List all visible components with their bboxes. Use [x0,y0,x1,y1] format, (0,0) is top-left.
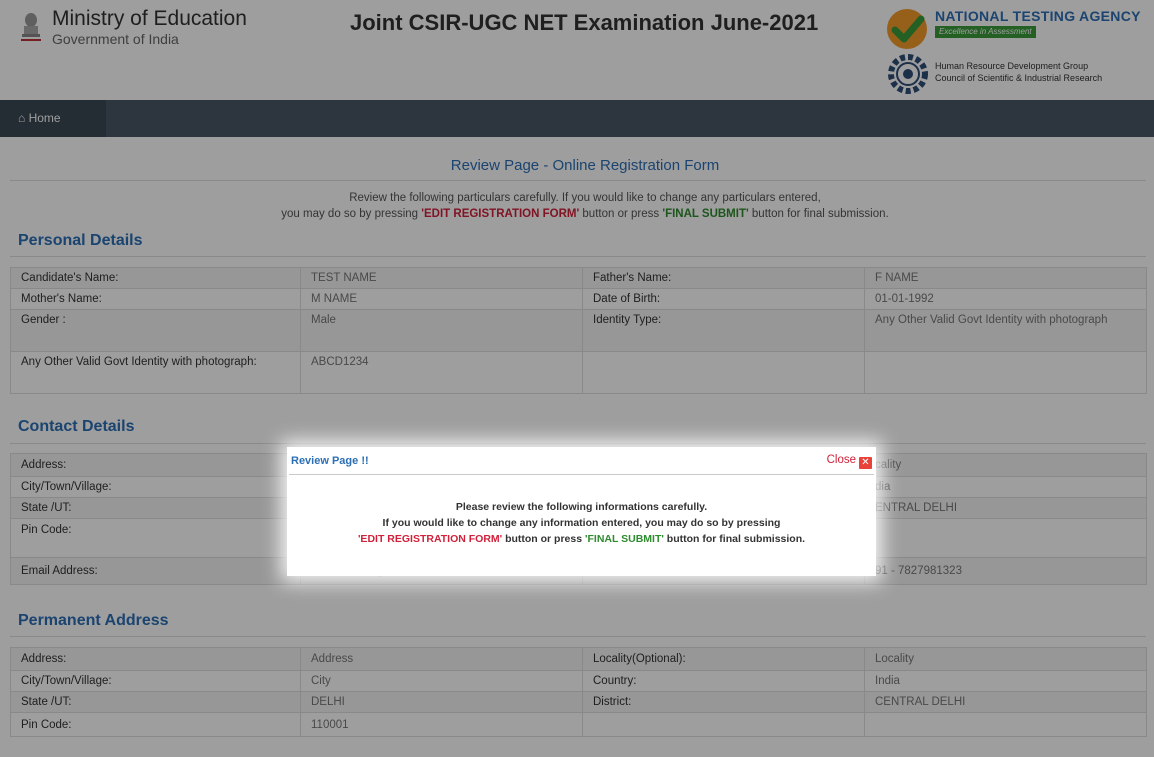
modal-message: Please review the following informations… [287,499,876,547]
edit-form-label: 'EDIT REGISTRATION FORM' [357,533,503,545]
modal-line-2: If you would like to change any informat… [382,517,781,529]
modal-title: Review Page !! [291,455,369,467]
modal-text: button for final submission. [663,533,806,545]
modal-text: button or press [502,533,585,545]
review-modal: Review Page !! Close ✕ Please review the … [287,447,876,576]
divider [289,474,874,475]
modal-line-1: Please review the following informations… [455,501,708,513]
close-label: Close [826,454,856,466]
final-submit-label: 'FINAL SUBMIT' [585,533,664,545]
close-icon: ✕ [859,457,872,469]
modal-backdrop[interactable] [0,0,1154,757]
modal-line-3: 'EDIT REGISTRATION FORM' button or press… [287,531,876,547]
modal-close-button[interactable]: Close ✕ [827,454,872,469]
